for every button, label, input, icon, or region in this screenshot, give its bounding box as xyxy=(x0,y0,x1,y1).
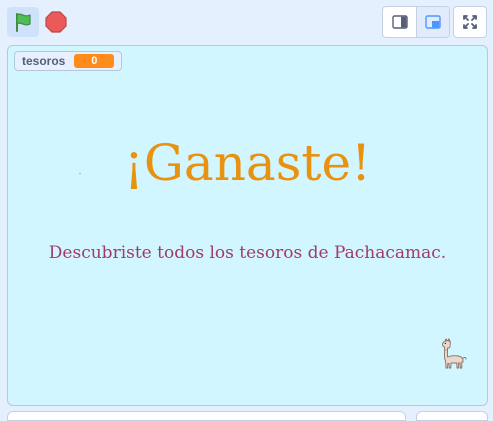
sprite-pane-edge xyxy=(7,411,406,421)
stage-canvas[interactable]: tesoros 0 ¡Ganaste! Descubriste todos lo… xyxy=(7,45,488,406)
stage-header xyxy=(0,0,493,44)
stop-icon xyxy=(45,11,67,33)
variable-monitor-value: 0 xyxy=(74,54,115,68)
llama-sprite[interactable] xyxy=(440,338,468,374)
stop-button[interactable] xyxy=(41,7,71,37)
green-flag-button[interactable] xyxy=(7,7,39,37)
variable-monitor[interactable]: tesoros 0 xyxy=(14,51,123,71)
small-stage-button[interactable] xyxy=(383,7,416,37)
stage-pane-edge xyxy=(416,411,488,421)
large-stage-icon xyxy=(425,15,441,29)
stage-size-toggle xyxy=(382,6,450,38)
fullscreen-button[interactable] xyxy=(453,6,487,38)
win-message: Descubriste todos los tesoros de Pachaca… xyxy=(48,243,447,263)
win-title: ¡Ganaste! xyxy=(123,134,372,192)
fullscreen-icon xyxy=(463,15,477,29)
llama-icon xyxy=(441,338,467,369)
small-stage-icon xyxy=(391,15,408,29)
variable-monitor-label: tesoros xyxy=(22,54,66,68)
large-stage-button[interactable] xyxy=(416,7,449,37)
green-flag-icon xyxy=(16,13,31,32)
